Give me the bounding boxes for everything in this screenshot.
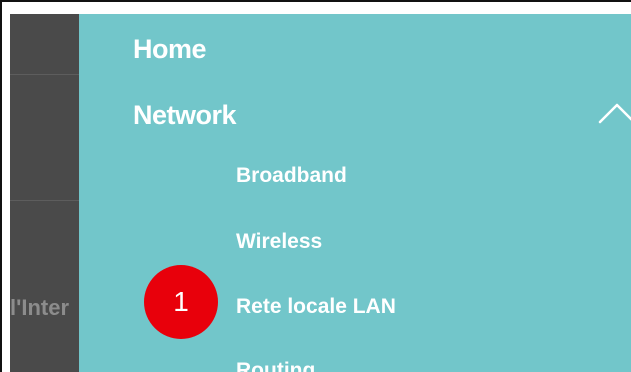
background-divider bbox=[10, 74, 80, 75]
step-number-badge: 1 bbox=[144, 265, 218, 339]
submenu-item-rete-locale-lan[interactable]: Rete locale LAN bbox=[236, 295, 396, 319]
background-partial-text: l'Inter bbox=[10, 295, 70, 320]
background-divider bbox=[10, 200, 80, 201]
menu-item-network[interactable]: Network bbox=[133, 100, 237, 131]
background-page-overlay: l'Inter bbox=[10, 14, 80, 372]
submenu-item-wireless[interactable]: Wireless bbox=[236, 230, 322, 254]
screenshot-frame: l'Inter Home Network Broadband Wireless … bbox=[0, 0, 631, 372]
menu-item-home[interactable]: Home bbox=[133, 34, 207, 65]
submenu-item-broadband[interactable]: Broadband bbox=[236, 164, 347, 188]
submenu-item-routing[interactable]: Routing bbox=[236, 359, 315, 372]
chevron-up-icon[interactable] bbox=[597, 98, 631, 128]
